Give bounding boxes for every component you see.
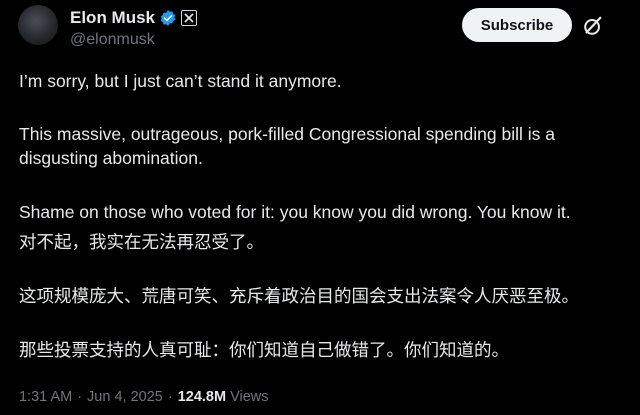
grok-icon[interactable] <box>582 15 604 37</box>
post-text-paragraph: I’m sorry, but I just can’t stand it any… <box>19 71 342 91</box>
post-text-paragraph: Shame on those who voted for it: you kno… <box>19 202 571 222</box>
x-affiliation-icon[interactable] <box>181 10 198 26</box>
meta-separator: · <box>167 389 173 405</box>
meta-separator: · <box>77 389 83 405</box>
author-display-name[interactable]: Elon Musk <box>70 8 155 28</box>
post-meta: 1:31 AM · Jun 4, 2025 · 124.8M Views <box>19 389 268 405</box>
verified-badge-icon <box>159 9 177 27</box>
post-time[interactable]: 1:31 AM <box>19 389 72 405</box>
author-name-row: Elon Musk <box>70 8 198 28</box>
subscribe-button[interactable]: Subscribe <box>462 8 572 42</box>
author-handle[interactable]: @elonmusk <box>70 31 155 49</box>
views-count[interactable]: 124.8M <box>178 389 226 405</box>
views-label: Views <box>230 389 269 405</box>
avatar[interactable] <box>18 5 58 45</box>
post-date[interactable]: Jun 4, 2025 <box>87 389 163 405</box>
post-text-paragraph: 这项规模庞大、荒唐可笑、充斥着政治目的国会支出法案令人厌恶至极。 <box>19 286 579 306</box>
post-text-paragraph: This massive, outrageous, pork-filled Co… <box>19 124 555 168</box>
post-container: Elon Musk @elonmusk Subscribe I’m sorry,… <box>0 0 640 415</box>
post-text-paragraph: 对不起，我实在无法再忍受了。 <box>19 232 264 252</box>
post-text-paragraph: 那些投票支持的人真可耻：你们知道自己做错了。你们知道的。 <box>19 340 509 360</box>
